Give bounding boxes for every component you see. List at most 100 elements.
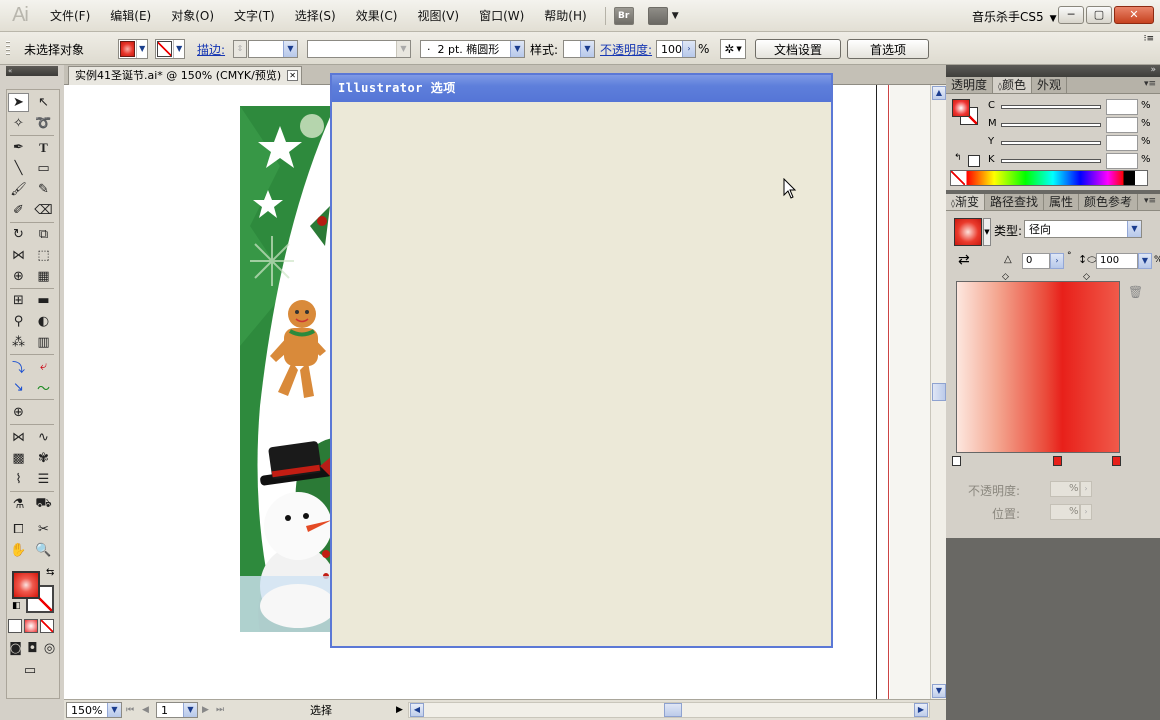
horizontal-scrollbar[interactable]: ◀ ▶ xyxy=(408,702,930,718)
screen-mode-icon[interactable]: ▭ xyxy=(8,661,52,680)
close-button[interactable]: ✕ xyxy=(1114,6,1154,24)
rectangle-tool-icon[interactable]: ▭ xyxy=(33,159,54,178)
color-fill-swatch[interactable] xyxy=(952,99,970,117)
minimize-button[interactable]: ─ xyxy=(1058,6,1084,24)
default-colors-icon[interactable]: ◧ xyxy=(12,601,21,611)
bridge-button[interactable]: Br xyxy=(613,6,634,25)
symbol-sprayer-tool-icon[interactable]: ⁂ xyxy=(8,333,29,352)
gradient-preview-swatch[interactable] xyxy=(954,218,982,246)
magic-wand-tool-icon[interactable]: ✧ xyxy=(8,114,29,133)
type-tool-icon[interactable]: T xyxy=(33,138,54,157)
twirl-tool-icon[interactable]: ✾ xyxy=(33,449,54,468)
stroke-label[interactable]: 描边: xyxy=(197,39,225,59)
channel-m-input[interactable] xyxy=(1106,117,1138,133)
channel-y-slider[interactable] xyxy=(1001,141,1101,145)
chevron-down-icon[interactable]: ▼ xyxy=(672,11,679,21)
channel-k-input[interactable] xyxy=(1106,153,1138,169)
scribble-tool-icon[interactable]: ⌇ xyxy=(8,470,29,489)
draw-normal-icon[interactable]: ◙ xyxy=(8,639,23,658)
live-paint-tool-icon[interactable]: ⛟ xyxy=(33,495,54,514)
gradient-type-select[interactable]: 径向 ▼ xyxy=(1024,220,1142,238)
zoom-tool-icon[interactable]: 🔍 xyxy=(33,541,54,560)
measure-tool-icon[interactable]: ⚗ xyxy=(8,495,29,514)
scroll-down-icon[interactable]: ▼ xyxy=(932,684,946,698)
mesh-tool-icon[interactable]: ⊞ xyxy=(8,291,29,310)
envelope-tool-icon[interactable]: ⋈ xyxy=(8,428,29,447)
line-tool-icon[interactable]: ╲ xyxy=(8,159,29,178)
fill-color-picker[interactable]: ▼ xyxy=(118,39,148,59)
menu-view[interactable]: 视图(V) xyxy=(407,7,469,24)
gamut-warning-icon[interactable]: ↰ xyxy=(954,153,962,163)
direct-selection-tool-icon[interactable]: ↖ xyxy=(33,93,54,112)
pen-tool-icon[interactable]: ✒ xyxy=(8,138,29,157)
gradient-mode-icon[interactable] xyxy=(24,619,38,633)
brush-select[interactable]: · 2 pt. 椭圆形 ▼ xyxy=(420,39,525,59)
none-color-icon[interactable] xyxy=(951,171,965,185)
channel-k-slider[interactable] xyxy=(1001,159,1101,163)
scroll-right-icon[interactable]: ▶ xyxy=(914,703,928,717)
none-mode-icon[interactable] xyxy=(40,619,54,633)
document-tab[interactable]: 实例41圣诞节.ai* @ 150% (CMYK/预览) ✕ xyxy=(68,66,303,85)
scroll-up-icon[interactable]: ▲ xyxy=(932,86,946,100)
menu-object[interactable]: 对象(O) xyxy=(161,7,224,24)
slice-tool-icon[interactable]: ⤵ xyxy=(8,357,29,376)
shape-builder-tool-icon[interactable]: ⊕ xyxy=(8,267,29,286)
opacity-input[interactable]: 100 › xyxy=(656,39,696,59)
tab-gradient[interactable]: ◊渐变 xyxy=(946,194,985,210)
crosshair-tool-icon[interactable]: ⊕ xyxy=(8,403,29,422)
blob-brush-tool-icon[interactable]: ✐ xyxy=(8,201,29,220)
menu-type[interactable]: 文字(T) xyxy=(224,7,285,24)
free-transform-tool-icon[interactable]: ⬚ xyxy=(33,246,54,265)
stroke-weight-select[interactable]: ▼ xyxy=(248,39,298,59)
tab-color-guide[interactable]: 颜色参考 xyxy=(1079,194,1139,210)
document-setup-button[interactable]: 文档设置 xyxy=(755,39,841,59)
opacity-label[interactable]: 不透明度: xyxy=(600,39,652,59)
gradient-stop-white[interactable] xyxy=(952,456,961,466)
scroll-left-icon[interactable]: ◀ xyxy=(410,703,424,717)
illustrator-options-dialog[interactable]: Illustrator 选项 xyxy=(330,73,833,648)
isolate-button[interactable]: ✲ ▼ xyxy=(720,39,746,59)
tools-collapse-bar[interactable]: « xyxy=(6,66,58,76)
chevron-right-icon[interactable]: › xyxy=(1050,253,1064,269)
menu-edit[interactable]: 编辑(E) xyxy=(100,7,161,24)
arrange-documents-button[interactable] xyxy=(647,6,668,25)
hand-tool-icon[interactable]: ✋ xyxy=(8,541,29,560)
warp-tool-icon[interactable]: ∿ xyxy=(33,428,54,447)
gradient-tool-icon[interactable]: ▬ xyxy=(33,291,54,310)
artboard-select[interactable]: 1 ▼ xyxy=(156,702,198,718)
color-spectrum[interactable] xyxy=(950,170,1148,186)
scale-tool-icon[interactable]: ⧉ xyxy=(33,225,54,244)
eyedropper-tool-icon[interactable]: ⚲ xyxy=(8,312,29,331)
draw-inside-icon[interactable]: ◎ xyxy=(42,639,57,658)
dock-collapse-bar[interactable]: » xyxy=(946,65,1160,77)
knife-tool-icon[interactable]: ✂ xyxy=(33,520,54,539)
panel-menu-icon[interactable]: ▾≡ xyxy=(1144,196,1156,206)
fill-color-front[interactable] xyxy=(12,571,40,599)
menu-help[interactable]: 帮助(H) xyxy=(534,7,596,24)
panel-menu-icon[interactable]: ⁝≡ xyxy=(1144,34,1154,44)
menu-window[interactable]: 窗口(W) xyxy=(469,7,534,24)
tab-pathfinder[interactable]: 路径查找 xyxy=(985,194,1044,210)
grid-tool-icon[interactable]: ▩ xyxy=(8,449,29,468)
path-tool-icon[interactable]: ↘ xyxy=(8,378,29,397)
smooth-tool-icon[interactable]: 〜 xyxy=(33,378,54,397)
eraser-tool-icon[interactable]: ⌫ xyxy=(33,201,54,220)
gradient-slider-preview[interactable] xyxy=(956,281,1120,453)
gripper-icon[interactable] xyxy=(6,41,10,57)
channel-y-input[interactable] xyxy=(1106,135,1138,151)
draw-behind-icon[interactable]: ◘ xyxy=(25,639,40,658)
last-artboard-icon[interactable]: ⏭ xyxy=(216,702,224,718)
tab-color[interactable]: ◊颜色 xyxy=(993,77,1032,93)
tab-attributes[interactable]: 属性 xyxy=(1044,194,1079,210)
tab-transparency[interactable]: 透明度 xyxy=(946,77,994,93)
white-swatch[interactable] xyxy=(968,155,980,167)
gradient-stop-red[interactable] xyxy=(1053,456,1062,466)
angle-input[interactable]: 0 xyxy=(1022,253,1050,269)
restore-button[interactable]: ▢ xyxy=(1086,6,1112,24)
color-mode-icon[interactable] xyxy=(8,619,22,633)
channel-c-slider[interactable] xyxy=(1001,105,1101,109)
scroll-thumb[interactable] xyxy=(664,703,682,717)
preferences-button[interactable]: 首选项 xyxy=(847,39,929,59)
blend-tool-icon[interactable]: ◐ xyxy=(33,312,54,331)
vertical-scrollbar[interactable]: ▲ ▼ xyxy=(930,85,946,699)
